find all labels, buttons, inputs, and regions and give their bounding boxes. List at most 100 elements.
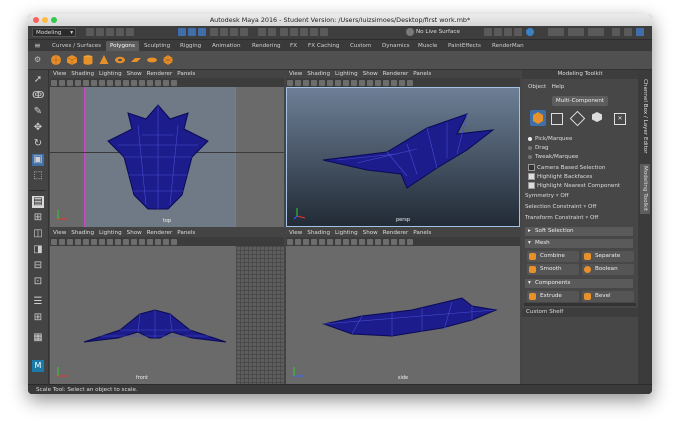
menu-lighting[interactable]: Lighting — [335, 71, 358, 77]
film-gate-icon[interactable] — [83, 79, 89, 86]
select-object-icon[interactable] — [188, 28, 196, 36]
menu-show[interactable]: Show — [127, 230, 142, 236]
menu-show[interactable]: Show — [363, 71, 378, 77]
smooth-shade-icon[interactable] — [343, 238, 349, 245]
menu-renderer[interactable]: Renderer — [147, 71, 173, 77]
wireframe-icon[interactable] — [335, 79, 341, 86]
separate-button[interactable]: Separate — [582, 251, 634, 262]
poly-torus-icon[interactable] — [114, 54, 126, 66]
tab-fx-caching[interactable]: FX Caching — [304, 41, 343, 51]
menu-show[interactable]: Show — [127, 71, 142, 77]
resolution-gate-icon[interactable] — [327, 238, 333, 245]
film-gate-icon[interactable] — [83, 238, 89, 245]
menu-shading[interactable]: Shading — [71, 230, 94, 236]
xray-icon[interactable] — [375, 238, 381, 245]
tab-channel-box[interactable]: Channel Box / Layer Editor — [640, 76, 650, 156]
textured-icon[interactable] — [351, 79, 357, 86]
film-gate-icon[interactable] — [319, 79, 325, 86]
undo-icon[interactable] — [116, 28, 124, 36]
highlight-selection-icon[interactable] — [268, 28, 276, 36]
boolean-button[interactable]: Boolean — [582, 264, 634, 275]
shadows-icon[interactable] — [131, 238, 137, 245]
poly-platonic-icon[interactable] — [162, 54, 174, 66]
camera-icon[interactable] — [51, 238, 57, 245]
layout-persp-graph-icon[interactable]: ⊟ — [32, 260, 44, 272]
highlight-backfaces-checkbox[interactable]: Highlight Backfaces — [528, 173, 592, 181]
tab-rendering[interactable]: Rendering — [248, 41, 285, 51]
antialias-icon[interactable] — [163, 238, 169, 245]
select-hierarchy-icon[interactable] — [178, 28, 186, 36]
poly-plane-icon[interactable] — [130, 54, 142, 66]
selection-constraint-row[interactable]: Selection Constraint ▾ Off — [525, 204, 596, 211]
save-scene-icon[interactable] — [106, 28, 114, 36]
shelf-menu-icon[interactable]: ≡ — [34, 41, 41, 50]
depth-of-field-icon[interactable] — [407, 238, 413, 245]
menu-shading[interactable]: Shading — [307, 230, 330, 236]
live-surface-label[interactable]: No Live Surface — [416, 28, 460, 37]
edge-mode-icon[interactable] — [569, 110, 586, 127]
xray-icon[interactable] — [139, 238, 145, 245]
render-view-icon[interactable] — [484, 28, 492, 36]
grid-icon[interactable] — [75, 238, 81, 245]
uv-mask-icon[interactable] — [240, 28, 248, 36]
wireframe-icon[interactable] — [99, 238, 105, 245]
ambient-occlusion-icon[interactable] — [155, 79, 161, 86]
resolution-gate-icon[interactable] — [91, 238, 97, 245]
tweak-marquee-option[interactable]: Tweak/Marquee — [528, 154, 579, 161]
xray-icon[interactable] — [139, 79, 145, 86]
bevel-button[interactable]: Bevel — [582, 291, 634, 302]
soft-selection-section[interactable]: ▸ Soft Selection — [525, 227, 633, 236]
camera-based-selection-checkbox[interactable]: Camera Based Selection — [528, 164, 605, 172]
custom-shelf-label[interactable]: Custom Shelf — [522, 308, 638, 317]
last-tool-icon[interactable]: ⬚ — [32, 170, 44, 182]
smooth-shade-icon[interactable] — [107, 79, 113, 86]
isolate-icon[interactable] — [383, 79, 389, 86]
tab-painteffects[interactable]: PaintEffects — [444, 41, 485, 51]
ambient-occlusion-icon[interactable] — [391, 79, 397, 86]
textured-icon[interactable] — [115, 238, 121, 245]
highlight-nearest-checkbox[interactable]: Highlight Nearest Component — [528, 182, 620, 190]
depth-of-field-icon[interactable] — [407, 79, 413, 86]
antialias-icon[interactable] — [399, 238, 405, 245]
grid-icon[interactable] — [311, 79, 317, 86]
menu-lighting[interactable]: Lighting — [335, 230, 358, 236]
components-section[interactable]: ▾ Components — [525, 279, 633, 288]
multi-component-button[interactable]: Multi-Component — [552, 96, 608, 106]
textured-icon[interactable] — [351, 238, 357, 245]
hypershade-icon[interactable] — [526, 28, 534, 36]
graph-editor-icon[interactable]: ⊞ — [32, 312, 44, 324]
tab-curves-surfaces[interactable]: Curves / Surfaces — [48, 41, 105, 51]
transform-y-field[interactable] — [568, 28, 584, 36]
film-gate-icon[interactable] — [319, 238, 325, 245]
wireframe-icon[interactable] — [99, 79, 105, 86]
toggle-sidebar-icon[interactable] — [612, 28, 620, 36]
antialias-icon[interactable] — [163, 79, 169, 86]
snap-view-plane-icon[interactable] — [310, 28, 318, 36]
scale-tool-icon[interactable]: ▣ — [32, 154, 44, 166]
shadows-icon[interactable] — [367, 79, 373, 86]
tab-muscle[interactable]: Muscle — [414, 41, 441, 51]
vertex-mode-icon[interactable] — [551, 113, 563, 125]
tab-sculpting[interactable]: Sculpting — [140, 41, 174, 51]
edge-mask-icon[interactable] — [220, 28, 228, 36]
menu-lighting[interactable]: Lighting — [99, 71, 122, 77]
layout-hypershade-icon[interactable]: ⊡ — [32, 276, 44, 288]
menu-view[interactable]: View — [53, 230, 66, 236]
uv-mode-icon[interactable]: ✕ — [614, 113, 626, 125]
open-scene-icon[interactable] — [96, 28, 104, 36]
poly-cylinder-icon[interactable] — [82, 54, 94, 66]
tab-polygons[interactable]: Polygons — [106, 41, 139, 51]
resolution-gate-icon[interactable] — [91, 79, 97, 86]
antialias-icon[interactable] — [399, 79, 405, 86]
poly-cube-icon[interactable] — [66, 54, 78, 66]
rotate-tool-icon[interactable]: ↻ — [32, 138, 44, 150]
outliner-icon[interactable]: ☰ — [32, 296, 44, 308]
render-settings-icon[interactable] — [514, 28, 522, 36]
viewport-side[interactable]: side — [286, 246, 520, 384]
bookmark-icon[interactable] — [295, 238, 301, 245]
image-plane-icon[interactable] — [303, 79, 309, 86]
image-plane-icon[interactable] — [303, 238, 309, 245]
menu-renderer[interactable]: Renderer — [383, 230, 409, 236]
face-mask-icon[interactable] — [230, 28, 238, 36]
layout-persp-outliner-icon[interactable]: ◨ — [32, 244, 44, 256]
